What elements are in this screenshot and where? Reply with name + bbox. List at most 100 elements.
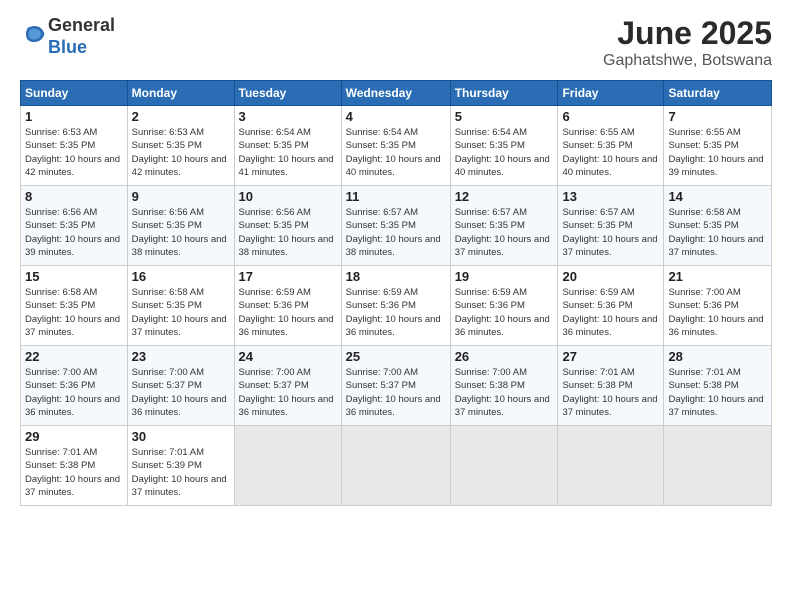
day-info: Sunrise: 7:01 AMSunset: 5:39 PMDaylight:… — [132, 447, 227, 498]
day-number: 17 — [239, 269, 337, 284]
calendar-cell: 17 Sunrise: 6:59 AMSunset: 5:36 PMDayligh… — [234, 266, 341, 346]
calendar-row-1: 1 Sunrise: 6:53 AMSunset: 5:35 PMDaylight… — [21, 106, 772, 186]
day-number: 7 — [668, 109, 767, 124]
day-number: 4 — [346, 109, 446, 124]
day-info: Sunrise: 6:53 AMSunset: 5:35 PMDaylight:… — [132, 127, 227, 178]
logo-blue-text: Blue — [48, 37, 87, 57]
day-info: Sunrise: 6:59 AMSunset: 5:36 PMDaylight:… — [562, 287, 657, 338]
calendar-cell: 1 Sunrise: 6:53 AMSunset: 5:35 PMDaylight… — [21, 106, 128, 186]
day-info: Sunrise: 7:01 AMSunset: 5:38 PMDaylight:… — [668, 367, 763, 418]
col-thursday: Thursday — [450, 81, 558, 106]
day-info: Sunrise: 7:00 AMSunset: 5:37 PMDaylight:… — [239, 367, 334, 418]
calendar-cell: 6 Sunrise: 6:55 AMSunset: 5:35 PMDaylight… — [558, 106, 664, 186]
title-block: June 2025 Gaphatshwe, Botswana — [603, 15, 772, 70]
day-info: Sunrise: 6:55 AMSunset: 5:35 PMDaylight:… — [668, 127, 763, 178]
day-number: 25 — [346, 349, 446, 364]
day-info: Sunrise: 6:53 AMSunset: 5:35 PMDaylight:… — [25, 127, 120, 178]
logo-icon — [22, 22, 46, 46]
day-info: Sunrise: 6:54 AMSunset: 5:35 PMDaylight:… — [346, 127, 441, 178]
calendar-row-4: 22 Sunrise: 7:00 AMSunset: 5:36 PMDayligh… — [21, 346, 772, 426]
day-number: 6 — [562, 109, 659, 124]
calendar-cell — [341, 426, 450, 506]
calendar-cell: 28 Sunrise: 7:01 AMSunset: 5:38 PMDayligh… — [664, 346, 772, 426]
col-friday: Friday — [558, 81, 664, 106]
calendar-cell: 13 Sunrise: 6:57 AMSunset: 5:35 PMDayligh… — [558, 186, 664, 266]
calendar-cell: 24 Sunrise: 7:00 AMSunset: 5:37 PMDayligh… — [234, 346, 341, 426]
calendar-cell: 22 Sunrise: 7:00 AMSunset: 5:36 PMDayligh… — [21, 346, 128, 426]
day-info: Sunrise: 7:00 AMSunset: 5:36 PMDaylight:… — [668, 287, 763, 338]
page: General Blue June 2025 Gaphatshwe, Botsw… — [0, 0, 792, 612]
day-info: Sunrise: 6:59 AMSunset: 5:36 PMDaylight:… — [239, 287, 334, 338]
calendar-row-2: 8 Sunrise: 6:56 AMSunset: 5:35 PMDaylight… — [21, 186, 772, 266]
col-monday: Monday — [127, 81, 234, 106]
day-number: 11 — [346, 189, 446, 204]
day-info: Sunrise: 6:54 AMSunset: 5:35 PMDaylight:… — [455, 127, 550, 178]
calendar-cell: 7 Sunrise: 6:55 AMSunset: 5:35 PMDaylight… — [664, 106, 772, 186]
day-number: 28 — [668, 349, 767, 364]
calendar-cell: 9Sunrise: 6:56 AMSunset: 5:35 PMDaylight… — [127, 186, 234, 266]
day-info: Sunrise: 6:56 AMSunset: 5:35 PMDaylight:… — [25, 207, 120, 258]
calendar-cell: 29 Sunrise: 7:01 AMSunset: 5:38 PMDayligh… — [21, 426, 128, 506]
col-sunday: Sunday — [21, 81, 128, 106]
calendar-cell: 19Sunrise: 6:59 AMSunset: 5:36 PMDayligh… — [450, 266, 558, 346]
day-number: 29 — [25, 429, 123, 444]
calendar-cell: 23 Sunrise: 7:00 AMSunset: 5:37 PMDayligh… — [127, 346, 234, 426]
location-title: Gaphatshwe, Botswana — [603, 52, 772, 70]
day-number: 16 — [132, 269, 230, 284]
day-info: Sunrise: 6:55 AMSunset: 5:35 PMDaylight:… — [562, 127, 657, 178]
calendar-cell: 14 Sunrise: 6:58 AMSunset: 5:35 PMDayligh… — [664, 186, 772, 266]
calendar-cell: 26Sunrise: 7:00 AMSunset: 5:38 PMDayligh… — [450, 346, 558, 426]
calendar-cell: 25 Sunrise: 7:00 AMSunset: 5:37 PMDayligh… — [341, 346, 450, 426]
calendar-cell — [664, 426, 772, 506]
calendar-row-3: 15Sunrise: 6:58 AMSunset: 5:35 PMDayligh… — [21, 266, 772, 346]
calendar-cell — [234, 426, 341, 506]
day-info: Sunrise: 6:57 AMSunset: 5:35 PMDaylight:… — [455, 207, 550, 258]
day-info: Sunrise: 6:56 AMSunset: 5:35 PMDaylight:… — [132, 207, 227, 258]
calendar-cell: 30Sunrise: 7:01 AMSunset: 5:39 PMDayligh… — [127, 426, 234, 506]
day-number: 22 — [25, 349, 123, 364]
day-info: Sunrise: 7:00 AMSunset: 5:37 PMDaylight:… — [132, 367, 227, 418]
calendar-header-row: Sunday Monday Tuesday Wednesday Thursday… — [21, 81, 772, 106]
day-number: 12 — [455, 189, 554, 204]
calendar-cell: 27Sunrise: 7:01 AMSunset: 5:38 PMDayligh… — [558, 346, 664, 426]
calendar-cell: 10 Sunrise: 6:56 AMSunset: 5:35 PMDayligh… — [234, 186, 341, 266]
logo: General Blue — [20, 15, 115, 58]
calendar-table: Sunday Monday Tuesday Wednesday Thursday… — [20, 80, 772, 506]
day-info: Sunrise: 7:01 AMSunset: 5:38 PMDaylight:… — [25, 447, 120, 498]
calendar-cell: 3 Sunrise: 6:54 AMSunset: 5:35 PMDaylight… — [234, 106, 341, 186]
day-info: Sunrise: 6:58 AMSunset: 5:35 PMDaylight:… — [668, 207, 763, 258]
day-number: 2 — [132, 109, 230, 124]
month-title: June 2025 — [603, 15, 772, 52]
col-saturday: Saturday — [664, 81, 772, 106]
calendar-cell: 4 Sunrise: 6:54 AMSunset: 5:35 PMDaylight… — [341, 106, 450, 186]
calendar-cell: 12 Sunrise: 6:57 AMSunset: 5:35 PMDayligh… — [450, 186, 558, 266]
day-info: Sunrise: 6:58 AMSunset: 5:35 PMDaylight:… — [25, 287, 120, 338]
logo-general-text: General — [48, 15, 115, 35]
day-number: 24 — [239, 349, 337, 364]
day-number: 8 — [25, 189, 123, 204]
col-tuesday: Tuesday — [234, 81, 341, 106]
col-wednesday: Wednesday — [341, 81, 450, 106]
calendar-cell: 16Sunrise: 6:58 AMSunset: 5:35 PMDayligh… — [127, 266, 234, 346]
day-number: 3 — [239, 109, 337, 124]
day-number: 5 — [455, 109, 554, 124]
day-number: 1 — [25, 109, 123, 124]
day-info: Sunrise: 7:00 AMSunset: 5:37 PMDaylight:… — [346, 367, 441, 418]
calendar-cell: 2 Sunrise: 6:53 AMSunset: 5:35 PMDaylight… — [127, 106, 234, 186]
day-info: Sunrise: 6:54 AMSunset: 5:35 PMDaylight:… — [239, 127, 334, 178]
day-number: 27 — [562, 349, 659, 364]
calendar-cell: 5 Sunrise: 6:54 AMSunset: 5:35 PMDaylight… — [450, 106, 558, 186]
calendar-cell: 21Sunrise: 7:00 AMSunset: 5:36 PMDayligh… — [664, 266, 772, 346]
calendar-cell: 15Sunrise: 6:58 AMSunset: 5:35 PMDayligh… — [21, 266, 128, 346]
day-info: Sunrise: 6:56 AMSunset: 5:35 PMDaylight:… — [239, 207, 334, 258]
day-number: 10 — [239, 189, 337, 204]
header: General Blue June 2025 Gaphatshwe, Botsw… — [20, 15, 772, 70]
day-info: Sunrise: 6:59 AMSunset: 5:36 PMDaylight:… — [346, 287, 441, 338]
day-number: 23 — [132, 349, 230, 364]
day-info: Sunrise: 6:57 AMSunset: 5:35 PMDaylight:… — [562, 207, 657, 258]
day-number: 13 — [562, 189, 659, 204]
day-info: Sunrise: 7:00 AMSunset: 5:36 PMDaylight:… — [25, 367, 120, 418]
calendar-cell: 20Sunrise: 6:59 AMSunset: 5:36 PMDayligh… — [558, 266, 664, 346]
day-number: 14 — [668, 189, 767, 204]
calendar-cell — [450, 426, 558, 506]
